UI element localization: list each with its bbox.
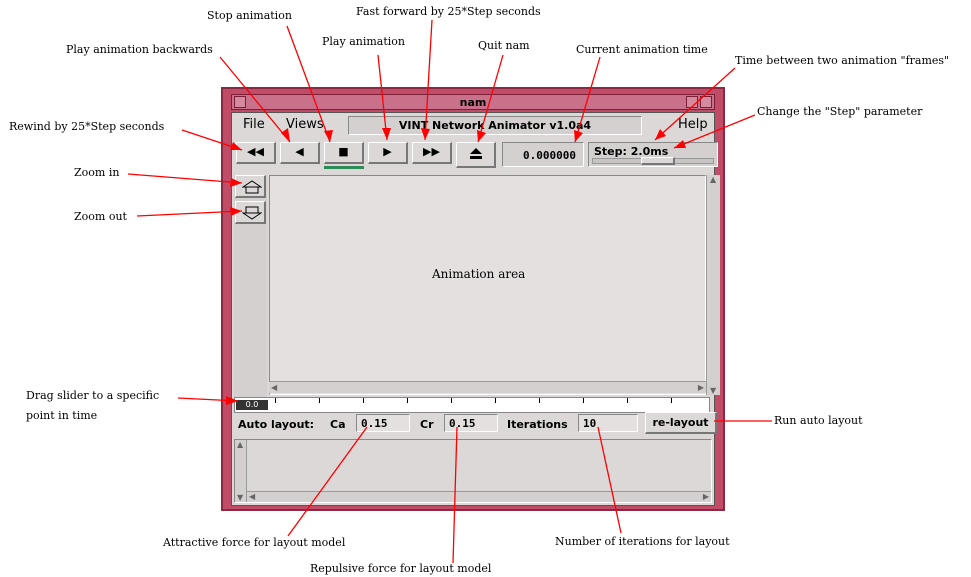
annotation-rewind: Rewind by 25*Step seconds <box>9 120 165 133</box>
annotation-current-time: Current animation time <box>576 43 708 56</box>
annotation-run-layout: Run auto layout <box>774 414 863 427</box>
annotation-drag-slider-line2: point in time <box>26 409 98 422</box>
annotation-quit: Quit nam <box>478 39 530 52</box>
annotation-zoom-out: Zoom out <box>74 210 127 223</box>
annotation-attractive: Attractive force for layout model <box>163 536 346 549</box>
annotation-frame-time: Time between two animation "frames" <box>735 54 950 67</box>
annotation-zoom-in: Zoom in <box>74 166 120 179</box>
annotation-lines <box>127 19 772 564</box>
annotation-play-backwards: Play animation backwards <box>66 43 213 56</box>
annotation-play: Play animation <box>322 35 405 48</box>
annotation-repulsive: Repulsive force for layout model <box>310 562 492 575</box>
annotation-drag-slider: Drag slider to a specific <box>26 389 160 402</box>
annotation-stop: Stop animation <box>207 9 292 22</box>
annotation-change-step: Change the "Step" parameter <box>757 105 923 118</box>
annotation-iterations: Number of iterations for layout <box>555 535 730 548</box>
annotation-fast-forward: Fast forward by 25*Step seconds <box>356 5 541 18</box>
